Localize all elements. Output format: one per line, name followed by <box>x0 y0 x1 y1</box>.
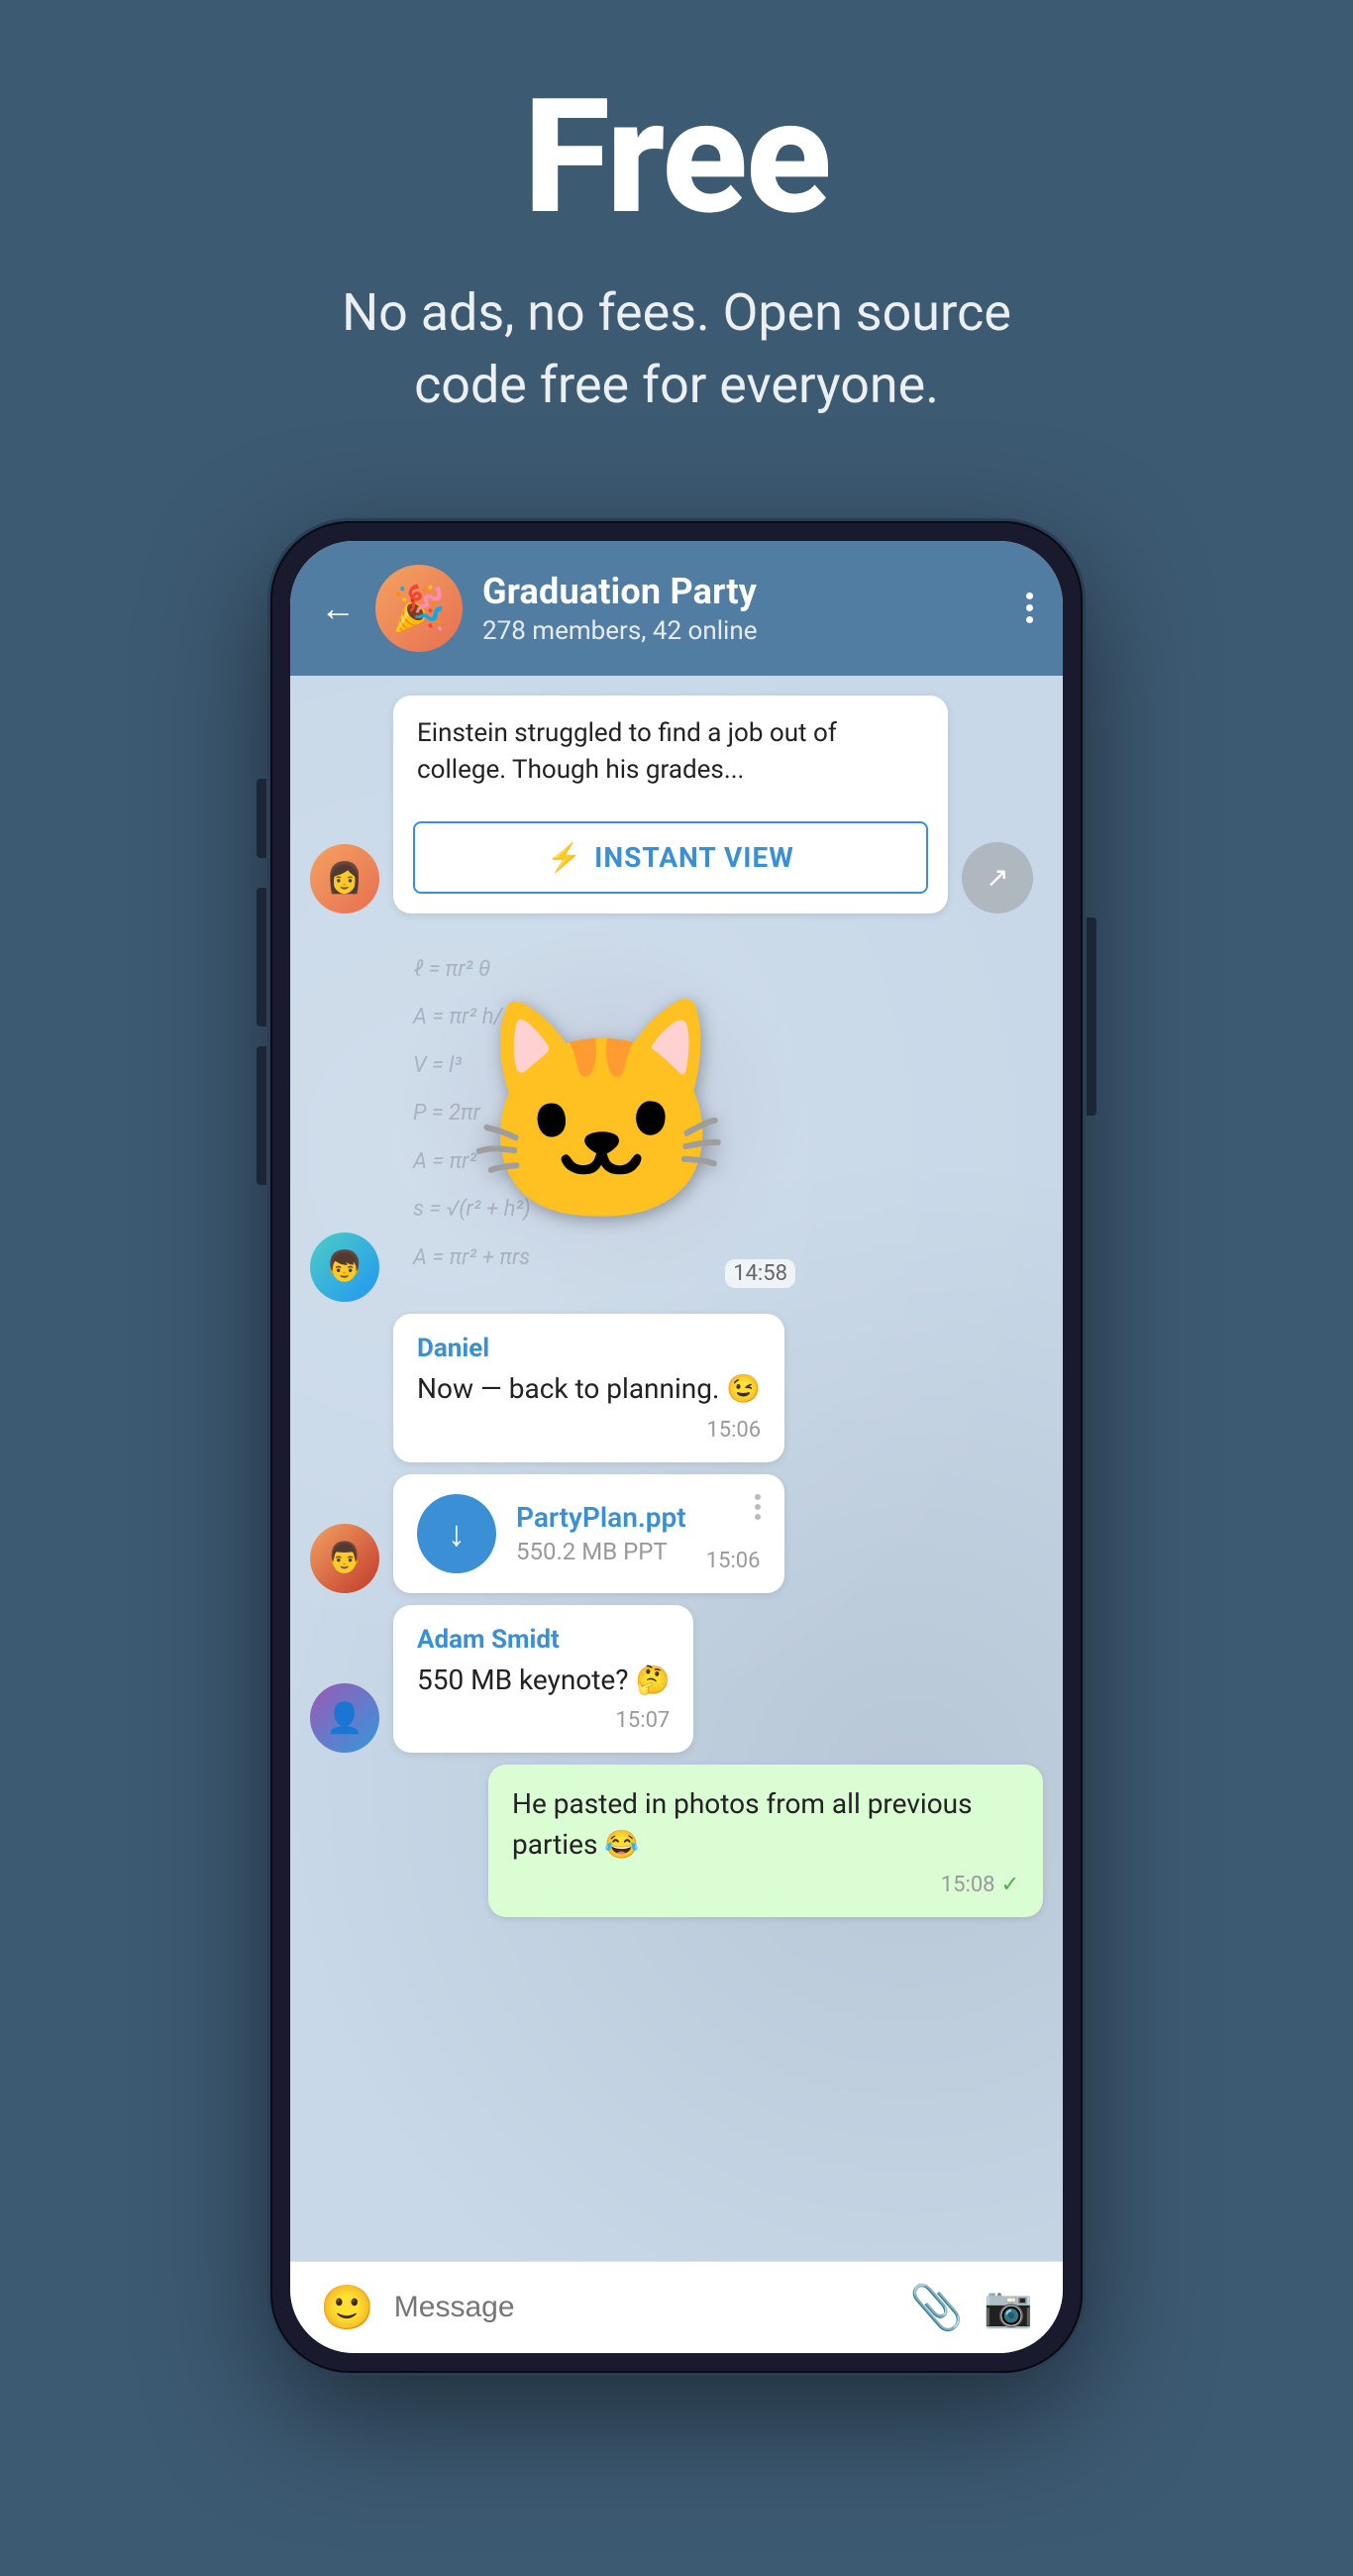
back-button[interactable]: ← <box>320 590 356 626</box>
chat-avatar: 🎉 <box>375 565 463 652</box>
download-icon: ↓ <box>448 1513 466 1555</box>
adam-sender-avatar: 👤 <box>310 1683 379 1753</box>
adam-bubble-text: 550 MB keynote? 🤔 <box>417 1661 670 1701</box>
file-more-button[interactable] <box>755 1494 761 1520</box>
hero-title: Free <box>523 79 829 238</box>
file-size: 550.2 MB PPT <box>516 1538 686 1565</box>
read-checkmark: ✓ <box>1001 1873 1019 1897</box>
cat-sticker: 🐱 <box>466 1005 737 1223</box>
hero-subtitle: No ads, no fees. Open source code free f… <box>280 277 1073 422</box>
share-icon: ↗ <box>986 861 1008 894</box>
share-button[interactable]: ↗ <box>962 842 1033 913</box>
phone-button-volume-silent <box>257 779 266 858</box>
daniel-bubble: Daniel Now — back to planning. 😉 15:06 <box>393 1314 784 1462</box>
dot-2 <box>1026 604 1033 611</box>
article-message-row: 👩 Einstein struggled to find a job out o… <box>310 696 1043 913</box>
file-bubble: ↓ PartyPlan.ppt 550.2 MB PPT <box>393 1474 784 1593</box>
outgoing-bubble-time: 15:08 ✓ <box>512 1873 1019 1897</box>
article-text: Einstein struggled to find a job out of … <box>417 715 924 790</box>
adam-bubble: Adam Smidt 550 MB keynote? 🤔 15:07 <box>393 1605 693 1754</box>
hero-section: Free No ads, no fees. Open source code f… <box>0 0 1353 482</box>
outgoing-message-row: He pasted in photos from all previous pa… <box>310 1765 1043 1917</box>
input-bar: 🙂 📎 📷 <box>290 2261 1063 2353</box>
instant-view-button[interactable]: ⚡ INSTANT VIEW <box>413 821 928 894</box>
chat-header: ← 🎉 Graduation Party 278 members, 42 onl… <box>290 541 1063 676</box>
outgoing-time-value: 15:08 <box>941 1873 995 1897</box>
phone-frame: ← 🎉 Graduation Party 278 members, 42 onl… <box>270 521 1083 2373</box>
chat-messages: 👩 Einstein struggled to find a job out o… <box>290 676 1063 2261</box>
article-content: Einstein struggled to find a job out of … <box>393 696 948 805</box>
article-sender-avatar: 👩 <box>310 844 379 913</box>
chat-name: Graduation Party <box>482 571 1006 612</box>
adam-sender-name: Adam Smidt <box>417 1625 670 1655</box>
instant-view-label: INSTANT VIEW <box>594 841 794 874</box>
daniel-sender-name: Daniel <box>417 1334 761 1363</box>
file-sender-avatar: 👨 <box>310 1524 379 1593</box>
dot-1 <box>1026 592 1033 599</box>
file-time: 15:06 <box>706 1549 761 1573</box>
sticker-row: 👦 ℓ = πr² θ A = πr² h/s V = l³ P = 2πr A… <box>310 925 1043 1302</box>
adam-bubble-time: 15:07 <box>417 1708 670 1733</box>
phone-button-power <box>1087 917 1096 1116</box>
camera-button[interactable]: 📷 <box>984 2284 1033 2330</box>
lightning-icon: ⚡ <box>547 841 582 874</box>
phone-button-volume-up <box>257 888 266 1026</box>
dot-3 <box>1026 616 1033 623</box>
sticker-container: ℓ = πr² θ A = πr² h/s V = l³ P = 2πr A =… <box>393 925 809 1302</box>
daniel-bubble-text: Now — back to planning. 😉 <box>417 1369 761 1410</box>
download-button[interactable]: ↓ <box>417 1494 496 1573</box>
file-message-row: 👨 ↓ PartyPlan.ppt 550.2 MB PPT <box>310 1474 1043 1593</box>
daniel-message-row: Daniel Now — back to planning. 😉 15:06 <box>310 1314 1043 1462</box>
outgoing-bubble-text: He pasted in photos from all previous pa… <box>512 1784 1019 1865</box>
outgoing-bubble: He pasted in photos from all previous pa… <box>488 1765 1043 1917</box>
file-info: PartyPlan.ppt 550.2 MB PPT <box>516 1501 686 1565</box>
chat-info: Graduation Party 278 members, 42 online <box>482 571 1006 646</box>
sticker-sender-avatar: 👦 <box>310 1233 379 1302</box>
file-name: PartyPlan.ppt <box>516 1501 686 1534</box>
article-bubble: Einstein struggled to find a job out of … <box>393 696 948 913</box>
phone-screen: ← 🎉 Graduation Party 278 members, 42 onl… <box>290 541 1063 2353</box>
message-input[interactable] <box>394 2291 890 2324</box>
daniel-bubble-time: 15:06 <box>417 1418 761 1443</box>
chat-members: 278 members, 42 online <box>482 616 1006 646</box>
emoji-button[interactable]: 🙂 <box>320 2282 374 2333</box>
attach-button[interactable]: 📎 <box>909 2282 964 2333</box>
phone-button-volume-down <box>257 1046 266 1185</box>
adam-message-row: 👤 Adam Smidt 550 MB keynote? 🤔 15:07 <box>310 1605 1043 1754</box>
sticker-time: 14:58 <box>725 1259 795 1288</box>
more-button[interactable] <box>1026 592 1033 623</box>
phone-wrapper: ← 🎉 Graduation Party 278 members, 42 onl… <box>270 521 1083 2373</box>
